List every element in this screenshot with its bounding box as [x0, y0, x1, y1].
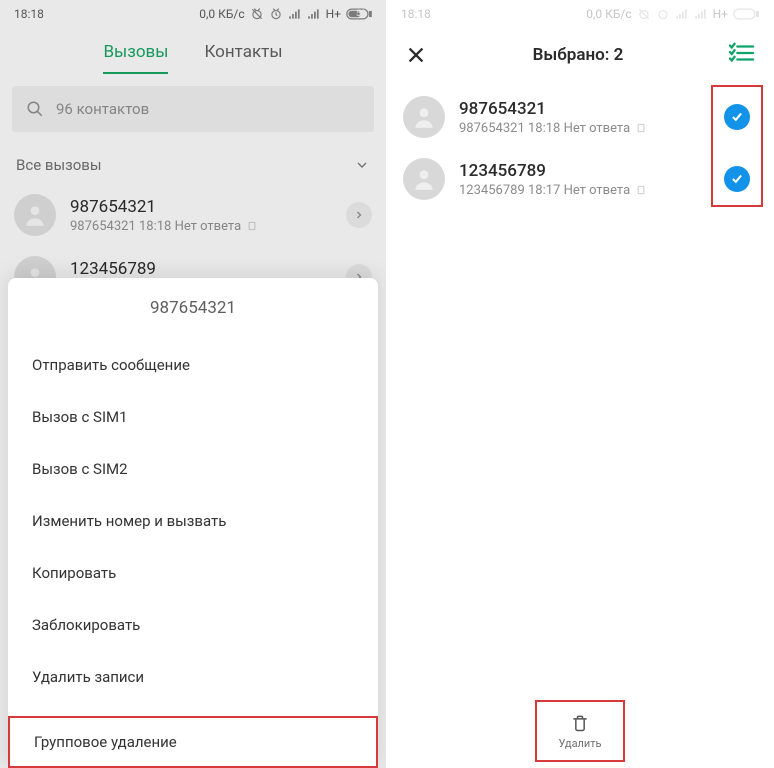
checklist-icon — [729, 42, 755, 64]
call-number: 123456789 — [70, 259, 332, 279]
call-subtext: 987654321 18:18 Нет ответа — [70, 219, 332, 234]
delete-label: Удалить — [558, 737, 601, 750]
chevron-down-icon — [354, 157, 370, 173]
chevron-right-icon — [353, 209, 365, 221]
call-number: 987654321 — [70, 197, 332, 217]
selection-bar: Выбрано: 2 — [387, 28, 773, 86]
select-number: 123456789 — [459, 161, 703, 181]
sheet-send-message[interactable]: Отправить сообщение — [8, 338, 378, 390]
search-placeholder: 96 контактов — [56, 100, 149, 118]
close-button[interactable] — [405, 44, 427, 66]
status-indicators: 0,0 КБ/с H+ — [586, 7, 759, 21]
tab-calls[interactable]: Вызовы — [103, 42, 168, 62]
sheet-block[interactable]: Заблокировать — [8, 598, 378, 650]
alarm-off-icon — [250, 7, 264, 21]
sheet-call-sim1[interactable]: Вызов с SIM1 — [8, 390, 378, 442]
annotation-highlight-checks — [711, 85, 763, 207]
filter-row[interactable]: Все вызовы — [0, 146, 386, 184]
avatar — [403, 96, 445, 138]
filter-label: Все вызовы — [16, 156, 102, 174]
sim-icon — [636, 184, 646, 196]
call-row[interactable]: 987654321 987654321 18:18 Нет ответа — [0, 184, 386, 246]
sheet-copy[interactable]: Копировать — [8, 546, 378, 598]
alarm-icon — [269, 7, 283, 21]
sheet-edit-and-call[interactable]: Изменить номер и вызвать — [8, 494, 378, 546]
selection-title: Выбрано: 2 — [533, 45, 624, 65]
trash-icon — [570, 713, 590, 733]
select-subtext: 123456789 18:17 Нет ответа — [459, 183, 703, 198]
status-indicators: 0,0 КБ/с H+ 58 — [199, 7, 372, 21]
close-icon — [405, 44, 427, 66]
status-time: 18:18 — [401, 7, 431, 21]
search-icon — [26, 100, 44, 118]
select-number: 987654321 — [459, 99, 703, 119]
sheet-group-delete[interactable]: Групповое удаление — [8, 716, 378, 768]
select-all-button[interactable] — [729, 42, 755, 68]
sim-icon — [636, 122, 646, 134]
tab-bar: Вызовы Контакты — [0, 28, 386, 80]
avatar — [403, 158, 445, 200]
signal-icon-2 — [307, 7, 321, 21]
avatar — [14, 194, 56, 236]
sheet-delete-records[interactable]: Удалить записи — [8, 650, 378, 702]
signal-icon — [288, 7, 302, 21]
tab-contacts[interactable]: Контакты — [204, 42, 282, 62]
search-input[interactable]: 96 контактов — [12, 86, 374, 132]
context-sheet: 987654321 Отправить сообщение Вызов с SI… — [8, 278, 378, 768]
status-bar-left: 18:18 0,0 КБ/с H+ 58 — [0, 0, 386, 28]
status-time: 18:18 — [14, 7, 44, 21]
delete-button[interactable]: Удалить — [535, 700, 625, 762]
sim-icon — [247, 220, 257, 232]
sheet-title: 987654321 — [8, 278, 378, 338]
select-subtext: 987654321 18:18 Нет ответа — [459, 121, 703, 136]
sheet-call-sim2[interactable]: Вызов с SIM2 — [8, 442, 378, 494]
status-bar-right: 18:18 0,0 КБ/с H+ — [387, 0, 773, 28]
row-info-button[interactable] — [346, 202, 372, 228]
